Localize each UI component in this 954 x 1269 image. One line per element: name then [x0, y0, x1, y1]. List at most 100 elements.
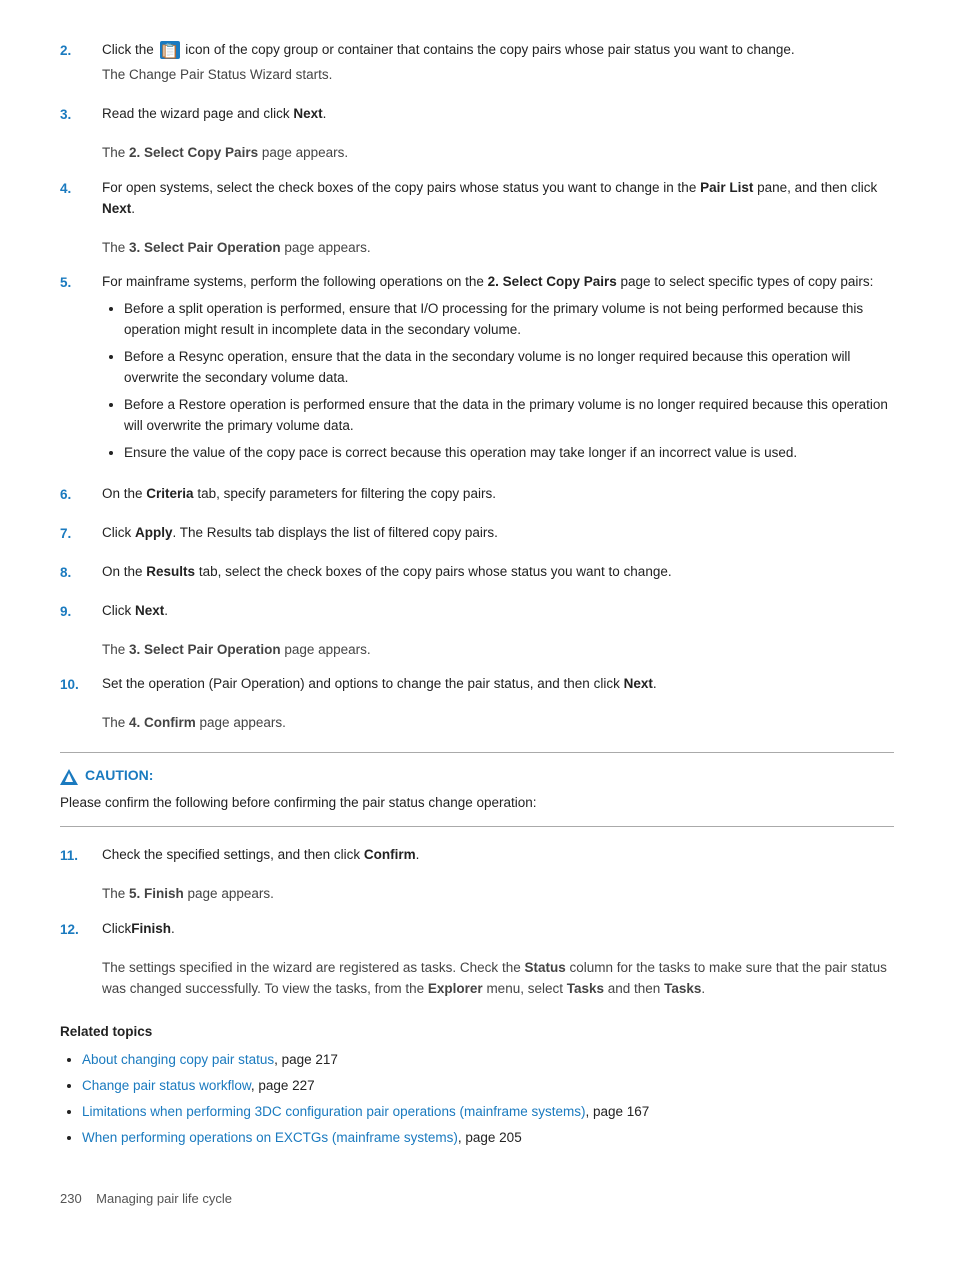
- step-12-bold: Finish: [131, 921, 171, 936]
- related-topic-1-link[interactable]: About changing copy pair status: [82, 1052, 274, 1067]
- caution-triangle-icon: [60, 769, 78, 785]
- caution-text: Please confirm the following before conf…: [60, 793, 894, 814]
- step-4-number: 4.: [60, 178, 102, 200]
- step-7-text: Click Apply. The Results tab displays th…: [102, 525, 498, 540]
- related-topic-2-link[interactable]: Change pair status workflow: [82, 1078, 251, 1093]
- step-11: 11. Check the specified settings, and th…: [60, 845, 894, 870]
- step-5-text: For mainframe systems, perform the follo…: [102, 274, 873, 289]
- step-9-content: Click Next.: [102, 601, 894, 626]
- step-8: 8. On the Results tab, select the check …: [60, 562, 894, 587]
- step-2-subnote: The Change Pair Status Wizard starts.: [102, 65, 894, 86]
- explorer-bold: Explorer: [428, 981, 483, 996]
- step-6: 6. On the Criteria tab, specify paramete…: [60, 484, 894, 509]
- related-topic-3-suffix: , page 167: [585, 1104, 649, 1119]
- step-4-subnote: The 3. Select Pair Operation page appear…: [102, 238, 894, 259]
- footer-page-num: 230: [60, 1191, 82, 1206]
- step-11-content: Check the specified settings, and then c…: [102, 845, 894, 870]
- step-9: 9. Click Next.: [60, 601, 894, 626]
- step-9-bold: Next: [135, 603, 164, 618]
- step-10-number: 10.: [60, 674, 102, 696]
- step-2-number: 2.: [60, 40, 102, 62]
- bullet-3: Before a Restore operation is performed …: [124, 395, 894, 437]
- caution-title: CAUTION:: [60, 765, 894, 787]
- step-3-number: 3.: [60, 104, 102, 126]
- tasks-bold-2: Tasks: [664, 981, 701, 996]
- step-8-content: On the Results tab, select the check box…: [102, 562, 894, 587]
- step-6-bold: Criteria: [146, 486, 193, 501]
- related-topics-title: Related topics: [60, 1022, 894, 1043]
- step-12-text: ClickFinish.: [102, 921, 175, 936]
- step-10-subnote-bold: 4. Confirm: [129, 715, 196, 730]
- step-3-text: Read the wizard page and click Next.: [102, 106, 326, 121]
- tasks-bold-1: Tasks: [567, 981, 604, 996]
- related-topic-3: Limitations when performing 3DC configur…: [82, 1102, 894, 1123]
- step-12: 12. ClickFinish.: [60, 919, 894, 944]
- caution-label: CAUTION:: [85, 765, 153, 787]
- step-10-bold: Next: [624, 676, 653, 691]
- step-6-text: On the Criteria tab, specify parameters …: [102, 486, 496, 501]
- step-11-bold: Confirm: [364, 847, 416, 862]
- related-topics-list: About changing copy pair status, page 21…: [60, 1050, 894, 1149]
- step-2-content: Click the 📋 icon of the copy group or co…: [102, 40, 894, 90]
- step-10-text: Set the operation (Pair Operation) and o…: [102, 676, 657, 691]
- step-5-bold: 2. Select Copy Pairs: [488, 274, 617, 289]
- related-topic-3-link[interactable]: Limitations when performing 3DC configur…: [82, 1104, 585, 1119]
- step-4-text: For open systems, select the check boxes…: [102, 180, 877, 216]
- related-topic-4: When performing operations on EXCTGs (ma…: [82, 1128, 894, 1149]
- step-2-text-before: Click the: [102, 42, 154, 57]
- step-2-text-after: icon of the copy group or container that…: [185, 42, 794, 57]
- step-10: 10. Set the operation (Pair Operation) a…: [60, 674, 894, 699]
- step-4-content: For open systems, select the check boxes…: [102, 178, 894, 224]
- related-topic-1: About changing copy pair status, page 21…: [82, 1050, 894, 1071]
- step-9-text: Click Next.: [102, 603, 168, 618]
- step-5-bullets: Before a split operation is performed, e…: [102, 299, 894, 463]
- step-7-content: Click Apply. The Results tab displays th…: [102, 523, 894, 548]
- step-4: 4. For open systems, select the check bo…: [60, 178, 894, 224]
- bullet-1: Before a split operation is performed, e…: [124, 299, 894, 341]
- step-7-bold: Apply: [135, 525, 173, 540]
- step-12-number: 12.: [60, 919, 102, 941]
- related-topic-4-link[interactable]: When performing operations on EXCTGs (ma…: [82, 1130, 458, 1145]
- step-11-text: Check the specified settings, and then c…: [102, 847, 419, 862]
- step-11-subnote-bold: 5. Finish: [129, 886, 184, 901]
- step-7: 7. Click Apply. The Results tab displays…: [60, 523, 894, 548]
- step-11-number: 11.: [60, 845, 102, 867]
- step-5-number: 5.: [60, 272, 102, 294]
- caution-box: CAUTION: Please confirm the following be…: [60, 752, 894, 827]
- bullet-2: Before a Resync operation, ensure that t…: [124, 347, 894, 389]
- step-4-subnote-bold: 3. Select Pair Operation: [129, 240, 281, 255]
- step-11-subnote: The 5. Finish page appears.: [102, 884, 894, 905]
- step-3-subnote-bold: 2. Select Copy Pairs: [129, 145, 258, 160]
- related-topic-2-suffix: , page 227: [251, 1078, 315, 1093]
- related-topic-2: Change pair status workflow, page 227: [82, 1076, 894, 1097]
- step-3-subnote: The 2. Select Copy Pairs page appears.: [102, 143, 894, 164]
- step-9-subnote: The 3. Select Pair Operation page appear…: [102, 640, 894, 661]
- step-6-content: On the Criteria tab, specify parameters …: [102, 484, 894, 509]
- step-12-subnote: The settings specified in the wizard are…: [102, 958, 894, 1000]
- step-6-number: 6.: [60, 484, 102, 506]
- footer-text: Managing pair life cycle: [96, 1191, 232, 1206]
- bullet-4: Ensure the value of the copy pace is cor…: [124, 443, 894, 464]
- step-8-text: On the Results tab, select the check box…: [102, 564, 672, 579]
- step-4-bold2: Next: [102, 201, 131, 216]
- step-3-content: Read the wizard page and click Next.: [102, 104, 894, 129]
- step-8-number: 8.: [60, 562, 102, 584]
- step-9-number: 9.: [60, 601, 102, 623]
- related-topic-4-suffix: , page 205: [458, 1130, 522, 1145]
- step-10-subnote: The 4. Confirm page appears.: [102, 713, 894, 734]
- copy-group-icon: 📋: [160, 41, 180, 59]
- step-3-bold: Next: [293, 106, 322, 121]
- step-5-content: For mainframe systems, perform the follo…: [102, 272, 894, 469]
- step-3: 3. Read the wizard page and click Next.: [60, 104, 894, 129]
- step-12-content: ClickFinish.: [102, 919, 894, 944]
- step-9-subnote-bold: 3. Select Pair Operation: [129, 642, 281, 657]
- step-5: 5. For mainframe systems, perform the fo…: [60, 272, 894, 469]
- page-footer: 230 Managing pair life cycle: [60, 1189, 894, 1209]
- step-8-bold: Results: [146, 564, 195, 579]
- related-topic-1-suffix: , page 217: [274, 1052, 338, 1067]
- step-7-number: 7.: [60, 523, 102, 545]
- step-10-content: Set the operation (Pair Operation) and o…: [102, 674, 894, 699]
- step-4-bold1: Pair List: [700, 180, 753, 195]
- related-topics: Related topics About changing copy pair …: [60, 1022, 894, 1150]
- step-2: 2. Click the 📋 icon of the copy group or…: [60, 40, 894, 90]
